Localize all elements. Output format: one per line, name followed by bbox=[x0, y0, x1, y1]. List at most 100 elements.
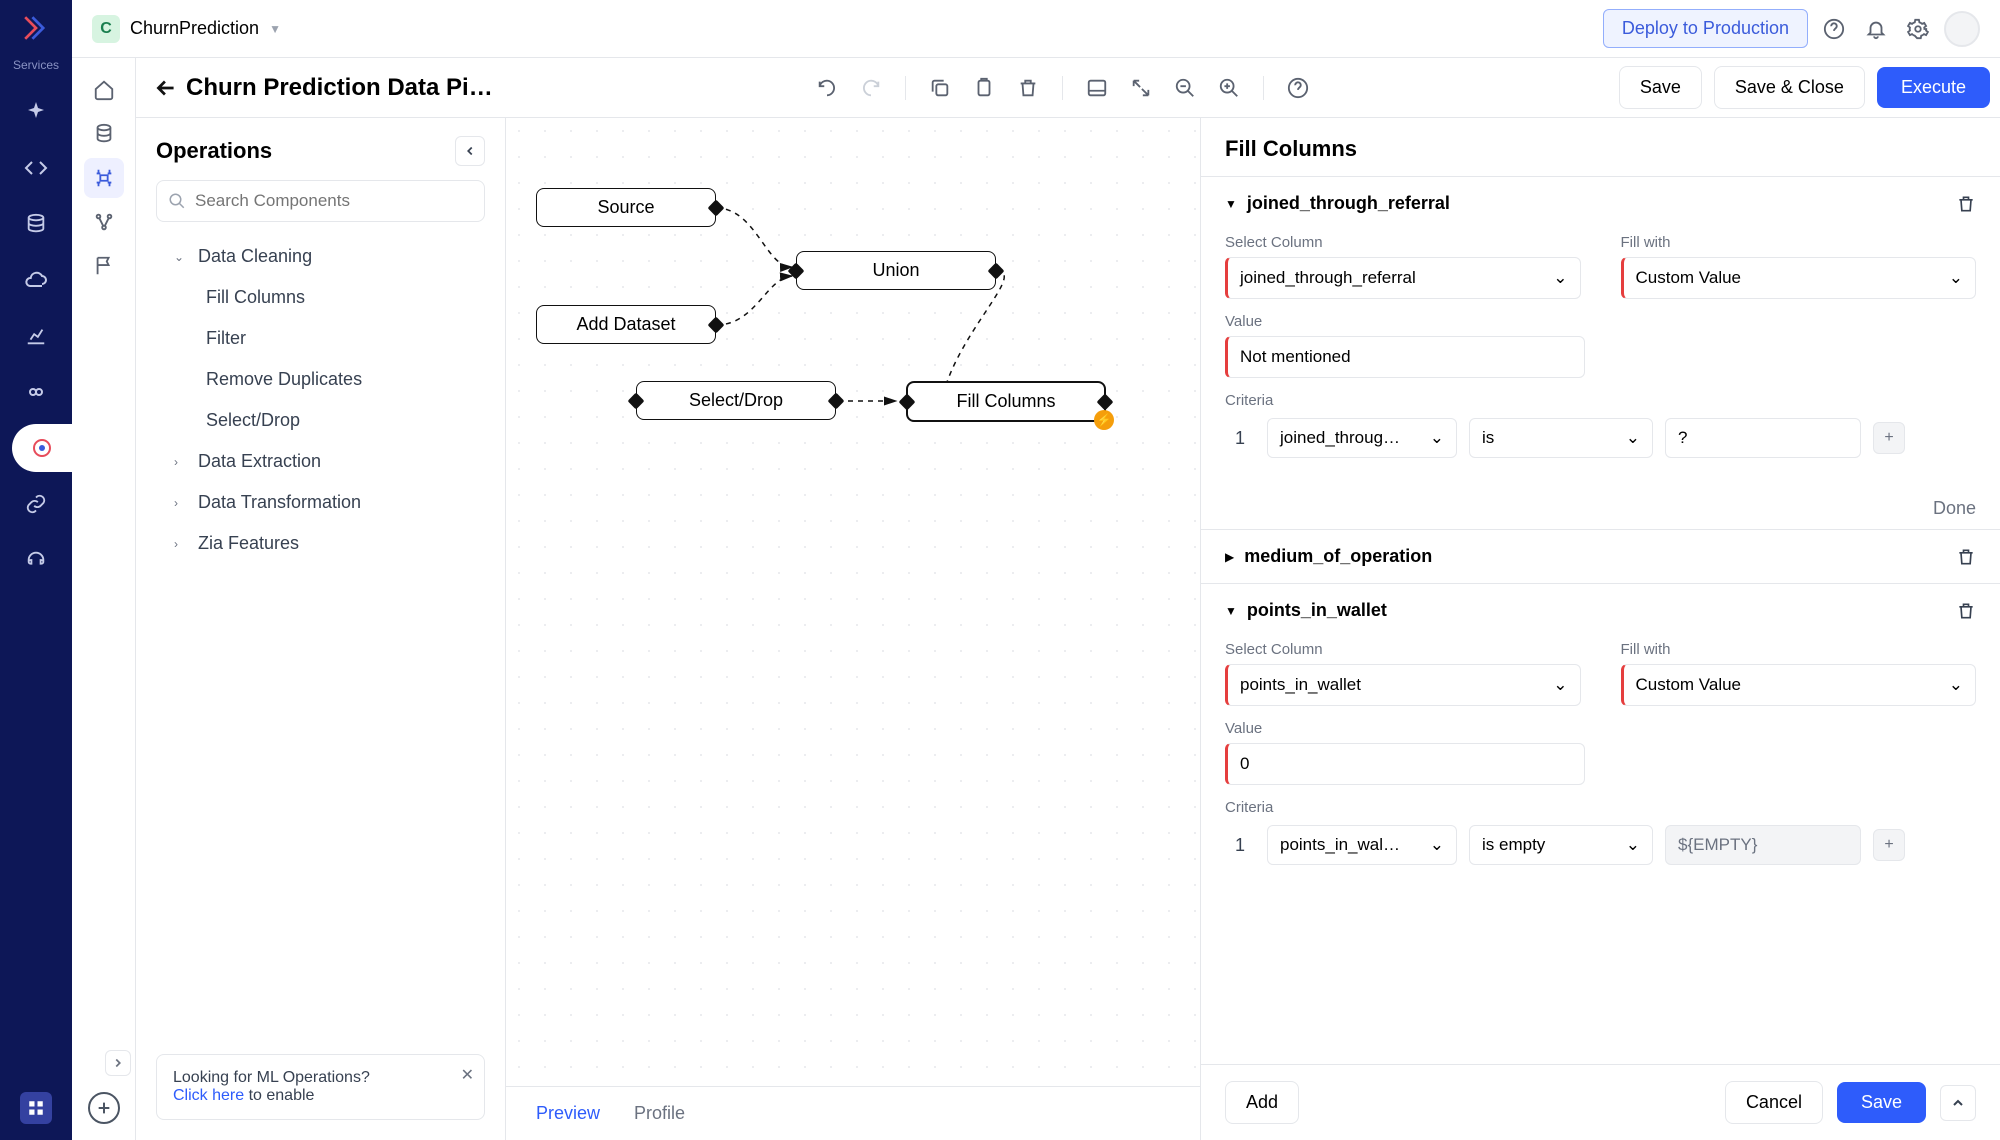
zoom-out-icon[interactable] bbox=[1167, 70, 1203, 106]
node-add-dataset[interactable]: Add Dataset bbox=[536, 305, 716, 344]
caret-down-icon: ▼ bbox=[1225, 197, 1237, 211]
toolbar: Churn Prediction Data Pipe… bbox=[136, 58, 2000, 118]
criteria-value-readonly: ${EMPTY} bbox=[1665, 825, 1861, 865]
close-hint-icon[interactable]: ✕ bbox=[461, 1065, 474, 1085]
delete-section-icon[interactable] bbox=[1956, 194, 1976, 214]
tree-leaf-filter[interactable]: Filter bbox=[144, 318, 497, 359]
cfg-head-points[interactable]: ▼ points_in_wallet bbox=[1201, 584, 2000, 637]
rail-code-icon[interactable] bbox=[12, 144, 60, 192]
node-fill-columns[interactable]: Fill Columns⚡ bbox=[906, 381, 1106, 422]
nav-rail: Services bbox=[0, 0, 72, 1140]
bell-icon[interactable] bbox=[1860, 13, 1892, 45]
criteria-op-dropdown[interactable]: is empty⌄ bbox=[1469, 825, 1653, 865]
back-arrow-icon[interactable] bbox=[146, 68, 186, 108]
canvas[interactable]: Source Add Dataset Union Select/Drop Fil… bbox=[506, 118, 1200, 1086]
operations-sidebar: Operations ⌄Data Cleaning Fill Columns F… bbox=[136, 118, 506, 1140]
project-name[interactable]: ChurnPrediction bbox=[130, 18, 259, 39]
canvas-column: Source Add Dataset Union Select/Drop Fil… bbox=[506, 118, 1200, 1140]
datasets-icon[interactable] bbox=[84, 114, 124, 154]
panel-cancel-button[interactable]: Cancel bbox=[1725, 1081, 1823, 1124]
trash-icon[interactable] bbox=[1010, 70, 1046, 106]
tab-profile[interactable]: Profile bbox=[634, 1099, 685, 1128]
cfg-head-joined[interactable]: ▼ joined_through_referral bbox=[1201, 177, 2000, 230]
save-button[interactable]: Save bbox=[1619, 66, 1702, 109]
fill-with-dropdown[interactable]: Custom Value⌄ bbox=[1621, 664, 1977, 706]
search-input[interactable] bbox=[156, 180, 485, 222]
pipeline-icon[interactable] bbox=[84, 158, 124, 198]
panel-save-button[interactable]: Save bbox=[1837, 1082, 1926, 1123]
tree-zia-features[interactable]: ›Zia Features bbox=[144, 523, 497, 564]
rail-headset-icon[interactable] bbox=[12, 536, 60, 584]
undo-icon[interactable] bbox=[809, 70, 845, 106]
logo-icon bbox=[18, 10, 54, 46]
rail-cloud-icon[interactable] bbox=[12, 256, 60, 304]
criteria-column-dropdown[interactable]: points_in_wal…⌄ bbox=[1267, 825, 1457, 865]
delete-section-icon[interactable] bbox=[1956, 547, 1976, 567]
value-input[interactable]: 0 bbox=[1225, 743, 1585, 785]
panel-footer: Add Cancel Save bbox=[1201, 1064, 2000, 1140]
criteria-value-input[interactable]: ? bbox=[1665, 418, 1861, 458]
select-column-dropdown[interactable]: joined_through_referral⌄ bbox=[1225, 257, 1581, 299]
help-tool-icon[interactable] bbox=[1280, 70, 1316, 106]
expand-subrail-icon[interactable] bbox=[105, 1050, 131, 1076]
caret-down-icon: ▼ bbox=[1225, 604, 1237, 618]
value-input[interactable]: Not mentioned bbox=[1225, 336, 1585, 378]
rail-analytics-icon[interactable] bbox=[12, 312, 60, 360]
deploy-button[interactable]: Deploy to Production bbox=[1603, 9, 1808, 48]
operations-title: Operations bbox=[156, 138, 272, 164]
rail-link-icon[interactable] bbox=[12, 480, 60, 528]
tree-leaf-fill-columns[interactable]: Fill Columns bbox=[144, 277, 497, 318]
criteria-op-dropdown[interactable]: is⌄ bbox=[1469, 418, 1653, 458]
delete-section-icon[interactable] bbox=[1956, 601, 1976, 621]
tree-leaf-select-drop[interactable]: Select/Drop bbox=[144, 400, 497, 441]
help-icon[interactable] bbox=[1818, 13, 1850, 45]
add-criteria-icon[interactable]: + bbox=[1873, 829, 1905, 861]
tree-data-cleaning[interactable]: ⌄Data Cleaning bbox=[144, 236, 497, 277]
panel-add-button[interactable]: Add bbox=[1225, 1081, 1299, 1124]
rail-infinity-icon[interactable] bbox=[12, 368, 60, 416]
rail-ml-icon[interactable] bbox=[12, 424, 72, 472]
clipboard-icon[interactable] bbox=[966, 70, 1002, 106]
zoom-in-icon[interactable] bbox=[1211, 70, 1247, 106]
rail-database-icon[interactable] bbox=[12, 200, 60, 248]
copy-icon[interactable] bbox=[922, 70, 958, 106]
top-header: C ChurnPrediction ▼ Deploy to Production bbox=[72, 0, 2000, 58]
chevron-down-icon: ⌄ bbox=[1949, 268, 1963, 288]
criteria-column-dropdown[interactable]: joined_throug…⌄ bbox=[1267, 418, 1457, 458]
graph-icon[interactable] bbox=[84, 202, 124, 242]
flag-icon[interactable] bbox=[84, 246, 124, 286]
sub-rail bbox=[72, 58, 136, 1140]
cfg-head-medium[interactable]: ▶ medium_of_operation bbox=[1201, 530, 2000, 583]
rail-spark-icon[interactable] bbox=[12, 88, 60, 136]
select-column-dropdown[interactable]: points_in_wallet⌄ bbox=[1225, 664, 1581, 706]
execute-button[interactable]: Execute bbox=[1877, 67, 1990, 108]
expand-icon[interactable] bbox=[1123, 70, 1159, 106]
done-button[interactable]: Done bbox=[1933, 498, 1976, 519]
rail-apps-icon[interactable] bbox=[20, 1092, 52, 1124]
tree-data-extraction[interactable]: ›Data Extraction bbox=[144, 441, 497, 482]
tree-leaf-remove-duplicates[interactable]: Remove Duplicates bbox=[144, 359, 497, 400]
home-icon[interactable] bbox=[84, 70, 124, 110]
config-title: Fill Columns bbox=[1201, 118, 2000, 176]
node-select-drop[interactable]: Select/Drop bbox=[636, 381, 836, 420]
collapse-sidebar-icon[interactable] bbox=[455, 136, 485, 166]
node-union[interactable]: Union bbox=[796, 251, 996, 290]
search-icon bbox=[168, 192, 186, 210]
warning-badge-icon: ⚡ bbox=[1094, 410, 1114, 430]
canvas-tabs: Preview Profile bbox=[506, 1086, 1200, 1140]
avatar[interactable] bbox=[1944, 11, 1980, 47]
collapse-panel-icon[interactable] bbox=[1940, 1085, 1976, 1121]
tab-preview[interactable]: Preview bbox=[536, 1099, 600, 1128]
gear-icon[interactable] bbox=[1902, 13, 1934, 45]
services-label: Services bbox=[13, 58, 59, 72]
caret-right-icon: ▶ bbox=[1225, 550, 1234, 564]
project-caret-icon[interactable]: ▼ bbox=[269, 22, 281, 36]
node-source[interactable]: Source bbox=[536, 188, 716, 227]
save-close-button[interactable]: Save & Close bbox=[1714, 66, 1865, 109]
tree-data-transformation[interactable]: ›Data Transformation bbox=[144, 482, 497, 523]
add-criteria-icon[interactable]: + bbox=[1873, 422, 1905, 454]
panel-bottom-icon[interactable] bbox=[1079, 70, 1115, 106]
enable-ml-link[interactable]: Click here bbox=[173, 1087, 244, 1104]
fill-with-dropdown[interactable]: Custom Value⌄ bbox=[1621, 257, 1977, 299]
add-circle-icon[interactable] bbox=[88, 1092, 120, 1124]
